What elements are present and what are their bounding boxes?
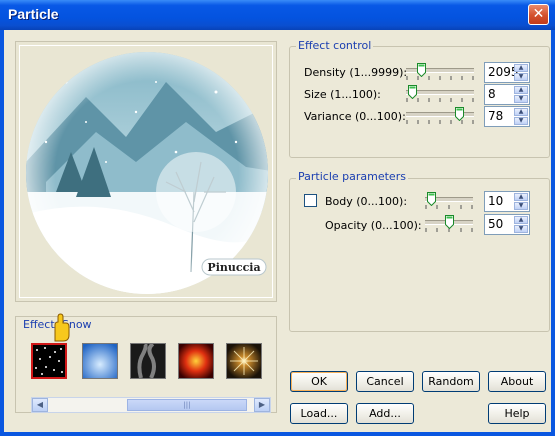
body-down-button[interactable]: ▼ (514, 202, 528, 210)
effect-thumb-smoke[interactable] (130, 342, 166, 379)
dialog-body: Pinuccia Effect: Snow ◀ ||| ▶ Effect con… (4, 30, 551, 432)
add-button[interactable]: Add... (356, 403, 414, 424)
preview-frame: Pinuccia (15, 41, 277, 302)
particle-parameters-label: Particle parameters (296, 170, 408, 183)
opacity-down-button[interactable]: ▼ (514, 225, 528, 233)
body-checkbox[interactable] (304, 194, 317, 207)
size-value[interactable]: 8 (488, 87, 496, 101)
density-slider-thumb[interactable] (417, 63, 426, 77)
density-spinner[interactable]: 2095 ▲ ▼ (484, 62, 530, 83)
cancel-button[interactable]: Cancel (356, 371, 414, 392)
variance-down-button[interactable]: ▼ (514, 117, 528, 125)
opacity-spin-buttons: ▲ ▼ (514, 216, 528, 233)
effect-thumb-fire[interactable] (178, 343, 214, 379)
snow-thumbnail-icon (33, 345, 65, 377)
size-slider-thumb[interactable] (408, 85, 417, 99)
scroll-right-button[interactable]: ▶ (254, 398, 270, 412)
window-title: Particle (8, 6, 59, 22)
density-up-button[interactable]: ▲ (514, 64, 528, 72)
variance-label: Variance (0...100): (304, 110, 406, 123)
variance-spinner[interactable]: 78 ▲ ▼ (484, 106, 530, 127)
density-label: Density (1...9999): (304, 66, 408, 79)
body-spin-buttons: ▲ ▼ (514, 193, 528, 210)
size-up-button[interactable]: ▲ (514, 86, 528, 94)
body-spinner[interactable]: 10 ▲ ▼ (484, 191, 530, 212)
variance-spin-buttons: ▲ ▼ (514, 108, 528, 125)
sparkle-thumbnail-icon (227, 344, 261, 378)
scroll-left-button[interactable]: ◀ (32, 398, 48, 412)
size-spin-buttons: ▲ ▼ (514, 86, 528, 103)
opacity-up-button[interactable]: ▲ (514, 216, 528, 224)
body-label: Body (0...100): (325, 195, 408, 208)
ok-button[interactable]: OK (290, 371, 348, 392)
density-spin-buttons: ▲ ▼ (514, 64, 528, 81)
sky-thumbnail-icon (83, 344, 117, 378)
size-down-button[interactable]: ▼ (514, 95, 528, 103)
body-value[interactable]: 10 (488, 194, 503, 208)
variance-slider-thumb[interactable] (455, 107, 464, 121)
effect-thumb-sky[interactable] (82, 343, 118, 379)
watermark-text: Pinuccia (207, 261, 260, 274)
pointer-hand-icon (54, 313, 70, 342)
random-button[interactable]: Random (422, 371, 480, 392)
variance-value[interactable]: 78 (488, 109, 503, 123)
density-down-button[interactable]: ▼ (514, 73, 528, 81)
title-bar[interactable]: Particle ✕ (0, 0, 555, 30)
opacity-slider-thumb[interactable] (445, 215, 454, 229)
opacity-value[interactable]: 50 (488, 217, 503, 231)
effects-scrollbar[interactable]: ◀ ||| ▶ (31, 397, 271, 413)
size-spinner[interactable]: 8 ▲ ▼ (484, 84, 530, 105)
opacity-spinner[interactable]: 50 ▲ ▼ (484, 214, 530, 235)
particle-dialog: Particle ✕ Pinuccia Effect: Snow ◀ ||| ▶… (0, 0, 555, 436)
about-button[interactable]: About (488, 371, 546, 392)
effect-thumb-sparkle[interactable] (226, 343, 262, 379)
opacity-label: Opacity (0...100): (325, 219, 422, 232)
effect-thumb-snow[interactable] (31, 343, 67, 379)
smoke-thumbnail-icon (131, 342, 165, 379)
body-up-button[interactable]: ▲ (514, 193, 528, 201)
effect-control-label: Effect control (296, 39, 374, 52)
preview-image: Pinuccia (26, 52, 268, 294)
load-button[interactable]: Load... (290, 403, 348, 424)
fire-thumbnail-icon (179, 344, 213, 378)
close-button[interactable]: ✕ (528, 4, 549, 25)
size-label: Size (1...100): (304, 88, 381, 101)
scroll-thumb[interactable]: ||| (127, 399, 247, 411)
variance-up-button[interactable]: ▲ (514, 108, 528, 116)
body-slider-thumb[interactable] (427, 192, 436, 206)
help-button[interactable]: Help (488, 403, 546, 424)
